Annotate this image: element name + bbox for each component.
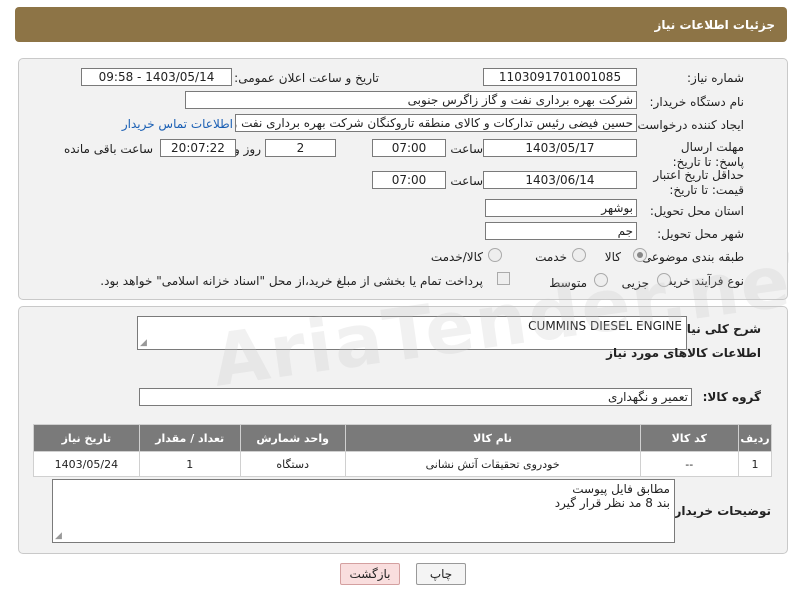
deadline-time-label: ساعت [450, 142, 483, 156]
goods-table: ردیف کد کالا نام کالا واحد شمارش تعداد /… [33, 424, 772, 477]
city-field[interactable]: جم [485, 222, 637, 240]
col-goods-name: نام کالا [344, 424, 641, 452]
summary-textarea[interactable]: CUMMINS DIESEL ENGINE ◢ [137, 316, 687, 350]
buyer-notes-line-1: مطابق فایل پیوست [572, 482, 670, 496]
group-label: گروه کالا: [702, 390, 761, 404]
category-option-goods-service: کالا/خدمت [430, 250, 483, 264]
need-number-label: شماره نیاز: [687, 71, 744, 85]
summary-text: CUMMINS DIESEL ENGINE [528, 319, 682, 333]
process-radio-medium[interactable] [594, 273, 608, 287]
city-label: شهر محل تحویل: [657, 227, 744, 241]
payment-note: پرداخت تمام یا بخشی از مبلغ خرید،از محل … [100, 274, 483, 288]
validity-time-label: ساعت [450, 174, 483, 188]
group-field[interactable]: تعمیر و نگهداری [139, 388, 692, 406]
buyer-notes-line-2: بند 8 مد نظر قرار گیرد [554, 496, 670, 510]
category-option-goods: کالا [604, 250, 621, 264]
col-unit: واحد شمارش [239, 424, 346, 452]
cell-goods-name: خودروی تحقیقات آتش نشانی [344, 451, 641, 477]
category-radio-goods-service[interactable] [488, 248, 502, 262]
deadline-label: مهلت ارسال پاسخ: تا تاریخ: [672, 140, 744, 169]
deadline-time-field[interactable]: 07:00 [372, 139, 446, 157]
category-option-service: خدمت [535, 250, 567, 264]
announce-field[interactable]: 1403/05/14 - 09:58 [81, 68, 232, 86]
table-row[interactable]: 1 -- خودروی تحقیقات آتش نشانی دستگاه 1 1… [33, 451, 772, 477]
process-radio-partial[interactable] [657, 273, 671, 287]
buyer-notes-label: توضیحات خریدار: [669, 504, 771, 518]
cell-quantity: 1 [138, 451, 241, 477]
col-quantity: تعداد / مقدار [138, 424, 241, 452]
contact-buyer-link[interactable]: اطلاعات تماس خریدار [122, 117, 233, 131]
days-field[interactable]: 2 [265, 139, 336, 157]
summary-label: شرح کلی نیاز: [675, 322, 761, 336]
deadline-date-field[interactable]: 1403/05/17 [483, 139, 637, 157]
announce-label: تاریخ و ساعت اعلان عمومی: [234, 71, 379, 85]
print-button[interactable]: چاپ [416, 563, 466, 585]
creator-label: ایجاد کننده درخواست: [633, 118, 744, 132]
process-option-partial: جزیی [621, 276, 649, 290]
cell-need-date: 1403/05/24 [33, 451, 140, 477]
process-option-medium: متوسط [549, 276, 587, 290]
page-header: جزئیات اطلاعات نیاز [15, 7, 787, 42]
back-button[interactable]: بازگشت [340, 563, 400, 585]
validity-time-field[interactable]: 07:00 [372, 171, 446, 189]
cell-row-number: 1 [738, 451, 772, 477]
page-title: جزئیات اطلاعات نیاز [654, 18, 775, 32]
cell-goods-code: -- [639, 451, 740, 477]
validity-date-field[interactable]: 1403/06/14 [483, 171, 637, 189]
col-need-date: تاریخ نیاز [33, 424, 140, 452]
province-label: استان محل تحویل: [649, 204, 744, 218]
category-radio-goods[interactable] [633, 248, 647, 262]
category-radio-service[interactable] [572, 248, 586, 262]
need-number-field[interactable]: 1103091701001085 [483, 68, 637, 86]
resize-grip-icon[interactable]: ◢ [140, 339, 147, 348]
remaining-label: ساعت باقی مانده [63, 142, 153, 156]
day-and-label: روز و [234, 142, 261, 156]
cell-unit: دستگاه [239, 451, 346, 477]
treasury-checkbox[interactable] [497, 272, 510, 285]
goods-table-header: ردیف کد کالا نام کالا واحد شمارش تعداد /… [33, 424, 772, 452]
resize-grip-icon[interactable]: ◢ [55, 532, 62, 541]
col-goods-code: کد کالا [639, 424, 740, 452]
goods-info-title: اطلاعات کالاهای مورد نیاز [606, 346, 761, 360]
province-field[interactable]: بوشهر [485, 199, 637, 217]
buyer-field[interactable]: شرکت بهره برداری نفت و گاز زاگرس جنوبی [185, 91, 637, 109]
col-row-number: ردیف [738, 424, 772, 452]
validity-label: حداقل تاریخ اعتبار قیمت: تا تاریخ: [653, 168, 744, 197]
process-label: نوع فرآیند خرید : [659, 274, 744, 288]
remaining-time-field[interactable]: 20:07:22 [160, 139, 236, 157]
category-label: طبقه بندی موضوعی: [637, 250, 744, 264]
buyer-notes-textarea[interactable]: مطابق فایل پیوست بند 8 مد نظر قرار گیرد … [52, 479, 675, 543]
buyer-label: نام دستگاه خریدار: [649, 95, 745, 109]
creator-field[interactable]: حسین فیضی رئیس تدارکات و کالای منطقه تار… [235, 114, 637, 132]
